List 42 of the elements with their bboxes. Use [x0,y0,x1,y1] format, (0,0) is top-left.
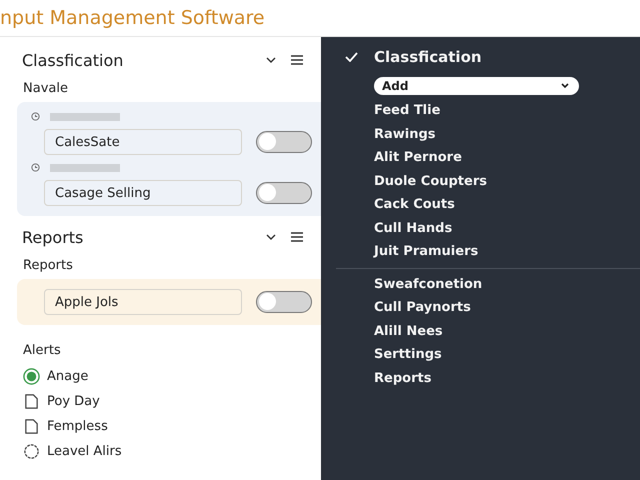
clock-icon [31,163,40,172]
alert-item[interactable]: Fempless [47,419,108,434]
placeholder-bar [50,164,120,172]
document-icon [23,393,40,410]
input-field[interactable]: Casage Selling [44,180,242,206]
menu-icon[interactable] [291,232,303,242]
alert-item[interactable]: Anage [47,369,88,384]
dropdown[interactable]: Add [374,77,579,95]
group-label: Alerts [22,342,62,360]
chevron-down-icon [561,83,569,89]
menu-icon[interactable] [291,55,303,65]
clock-icon [31,112,40,121]
menu-item[interactable]: Cack Couts [345,193,640,216]
menu-item[interactable]: Rawings [345,122,640,146]
section-title: Classfication [22,50,124,70]
input-field[interactable]: Apple Jols [44,289,242,315]
menu-item[interactable]: Reports [345,366,640,390]
menu-item[interactable]: Juit Pramuiers [345,240,640,264]
panel-title: Classfication [374,48,482,66]
alert-item[interactable]: Leavel Alirs [47,444,122,459]
placeholder-bar [50,112,120,120]
toggle-switch[interactable] [256,131,312,153]
input-field[interactable]: CalesSate [44,129,242,155]
document-icon [23,418,40,435]
toggle-switch[interactable] [256,182,312,204]
alert-item[interactable]: Poy Day [47,394,100,409]
toggle-switch[interactable] [256,291,312,313]
menu-item[interactable]: Feed Tlie [345,99,640,122]
section-title: Reports [22,228,84,246]
menu-item[interactable]: Cull Paynorts [345,296,640,320]
menu-item[interactable]: Serttings [345,343,640,366]
gear-icon [23,443,40,460]
menu-item[interactable]: Alill Nees [345,320,640,343]
group-label: Navale [22,80,69,98]
menu-item[interactable]: Cull Hands [345,216,640,240]
radio-button[interactable] [23,368,40,385]
group-label: Reports [22,257,74,275]
menu-item[interactable]: Alit Pernore [345,146,640,170]
check-icon [345,52,358,62]
window-title: nput Management Software [0,7,265,29]
menu-item[interactable]: Duole Coupters [345,170,640,193]
menu-item[interactable]: Sweafconetion [345,272,640,296]
